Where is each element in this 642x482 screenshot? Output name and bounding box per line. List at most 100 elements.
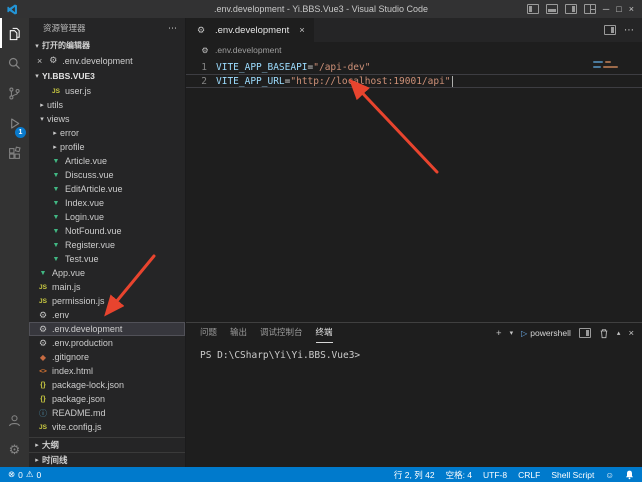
gear-icon: ⚙ (47, 55, 59, 66)
tree-item-EditArticle.vue[interactable]: ▼EditArticle.vue (29, 182, 185, 196)
vscode-logo-icon (7, 4, 18, 15)
minimap[interactable] (593, 61, 639, 71)
tree-item-profile[interactable]: ▸profile (29, 140, 185, 154)
kill-terminal-icon[interactable] (599, 328, 609, 339)
split-terminal-icon[interactable] (579, 328, 591, 338)
tree-item-main.js[interactable]: JSmain.js (29, 280, 185, 294)
settings-gear-icon[interactable]: ⚙ (0, 435, 29, 465)
vscode-window: .env.development - Yi.BBS.Vue3 - Visual … (0, 0, 642, 482)
timeline-pane-header[interactable]: ▸ 时间线 (29, 452, 185, 467)
editor-more-actions-icon[interactable]: ⋯ (624, 25, 634, 36)
tree-item-README.md[interactable]: ⓘREADME.md (29, 406, 185, 420)
tree-item-.env.development[interactable]: ⚙.env.development (29, 322, 185, 336)
tree-item-vite.config.js[interactable]: JSvite.config.js (29, 420, 185, 434)
file-name: .env.development (52, 324, 122, 334)
source-control-icon[interactable] (0, 78, 29, 108)
vue-icon: ▼ (37, 270, 49, 277)
chevron-down-icon[interactable]: ▾ (510, 329, 514, 337)
tree-item-.env.production[interactable]: ⚙.env.production (29, 336, 185, 350)
vue-icon: ▼ (50, 242, 62, 249)
activity-badge: 1 (15, 127, 26, 138)
shell-name: powershell (530, 328, 571, 338)
minimize-button[interactable]: ─ (603, 4, 609, 14)
tree-item-package.json[interactable]: {}package.json (29, 392, 185, 406)
account-icon[interactable] (0, 405, 29, 435)
close-button[interactable]: × (629, 4, 634, 14)
close-icon[interactable]: × (37, 56, 42, 66)
file-name: .env.production (52, 338, 113, 348)
notifications-icon[interactable] (625, 470, 634, 480)
tree-item-user.js[interactable]: JSuser.js (29, 84, 185, 98)
file-name: NotFound.vue (65, 226, 122, 236)
env-value: "http://localhost:19001/api" (290, 76, 450, 87)
chevron-right-icon: ▸ (32, 456, 42, 464)
toggle-panel-icon[interactable] (546, 4, 558, 14)
maximize-button[interactable]: □ (616, 4, 621, 14)
problems-status[interactable]: ⊗ 0 ⚠ 0 (8, 469, 41, 480)
terminal-profile[interactable]: ▷ powershell (521, 328, 571, 338)
chevron-down-icon: ▾ (37, 115, 47, 123)
eol[interactable]: CRLF (518, 470, 540, 480)
tree-item-Register.vue[interactable]: ▼Register.vue (29, 238, 185, 252)
js-icon: JS (37, 298, 49, 305)
customize-layout-icon[interactable] (584, 4, 596, 14)
tree-item-.env[interactable]: ⚙.env (29, 308, 185, 322)
explorer-icon[interactable] (0, 18, 29, 48)
open-editor-item[interactable]: × ⚙ .env.development (29, 53, 185, 68)
vue-icon: ▼ (50, 228, 62, 235)
extensions-icon[interactable] (0, 138, 29, 168)
toggle-sidebar-icon[interactable] (527, 4, 539, 14)
tab-label: .env.development (215, 25, 289, 36)
breadcrumb[interactable]: ⚙ .env.development (186, 42, 642, 58)
terminal-output[interactable]: PS D:\CSharp\Yi\Yi.BBS.Vue3> (186, 343, 642, 361)
tree-item-Index.vue[interactable]: ▼Index.vue (29, 196, 185, 210)
tree-item-App.vue[interactable]: ▼App.vue (29, 266, 185, 280)
tree-item-views[interactable]: ▾views (29, 112, 185, 126)
more-actions-icon[interactable]: ⋯ (168, 23, 177, 34)
tree-item-permission.js[interactable]: JSpermission.js (29, 294, 185, 308)
close-icon[interactable]: × (299, 25, 305, 36)
maximize-panel-icon[interactable]: ▴ (617, 329, 621, 337)
file-name: .env (52, 310, 69, 320)
search-icon[interactable] (0, 48, 29, 78)
open-editors-header[interactable]: ▾ 打开的编辑器 (29, 38, 185, 53)
tree-item-package-lock.json[interactable]: {}package-lock.json (29, 378, 185, 392)
code-editor[interactable]: 1VITE_APP_BASEAPI="/api-dev"2VITE_APP_UR… (186, 58, 642, 322)
toggle-secondary-sidebar-icon[interactable] (565, 4, 577, 14)
tree-item-Login.vue[interactable]: ▼Login.vue (29, 210, 185, 224)
panel-tab-problems[interactable]: 问题 (200, 323, 217, 343)
tree-item-utils[interactable]: ▸utils (29, 98, 185, 112)
tree-item-error[interactable]: ▸error (29, 126, 185, 140)
tree-item-Discuss.vue[interactable]: ▼Discuss.vue (29, 168, 185, 182)
tree-item-Test.vue[interactable]: ▼Test.vue (29, 252, 185, 266)
panel-tab-terminal[interactable]: 终端 (316, 323, 333, 343)
run-debug-icon[interactable]: 1 (0, 108, 29, 138)
tree-item-NotFound.vue[interactable]: ▼NotFound.vue (29, 224, 185, 238)
file-name: profile (60, 142, 85, 152)
encoding[interactable]: UTF-8 (483, 470, 507, 480)
timeline-label: 时间线 (42, 454, 68, 466)
close-panel-icon[interactable]: × (628, 328, 634, 339)
language-mode[interactable]: Shell Script (551, 470, 594, 480)
split-editor-icon[interactable] (604, 25, 616, 35)
gear-icon: ⚙ (200, 46, 210, 55)
file-name: README.md (52, 408, 106, 418)
env-key: VITE_APP_BASEAPI (216, 62, 308, 73)
project-header[interactable]: ▾ YI.BBS.VUE3 (29, 68, 185, 84)
warning-icon: ⚠ (26, 469, 34, 480)
tab-env-development[interactable]: ⚙ .env.development × (186, 18, 314, 42)
tree-item-.gitignore[interactable]: ◆.gitignore (29, 350, 185, 364)
feedback-icon[interactable]: ☺ (605, 470, 614, 480)
outline-pane-header[interactable]: ▸ 大纲 (29, 437, 185, 452)
tree-item-index.html[interactable]: <>index.html (29, 364, 185, 378)
file-name: package-lock.json (52, 380, 124, 390)
panel-header: 问题输出调试控制台终端 + ▾ ▷ powershell ▴ × (186, 323, 642, 343)
indentation[interactable]: 空格: 4 (446, 469, 472, 481)
cursor-position[interactable]: 行 2, 列 42 (394, 469, 435, 481)
title-bar: .env.development - Yi.BBS.Vue3 - Visual … (0, 0, 642, 18)
new-terminal-icon[interactable]: + (496, 328, 502, 339)
panel-tab-output[interactable]: 输出 (230, 323, 247, 343)
panel-tab-debug-console[interactable]: 调试控制台 (260, 323, 303, 343)
tree-item-Article.vue[interactable]: ▼Article.vue (29, 154, 185, 168)
tab-bar: ⚙ .env.development × ⋯ (186, 18, 642, 42)
